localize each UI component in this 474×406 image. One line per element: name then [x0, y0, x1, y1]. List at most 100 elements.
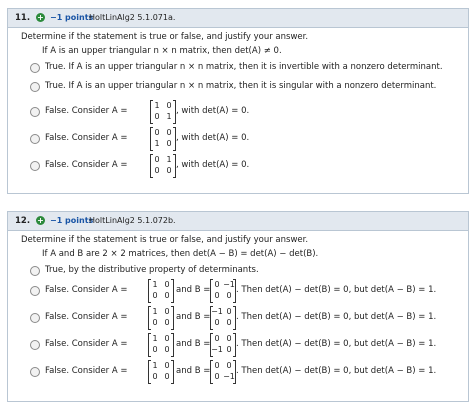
radio-button[interactable] [30, 161, 40, 171]
matrix-cell: 0 [214, 318, 220, 327]
matrix-cell: 0 [166, 166, 172, 175]
matrix-b: −1 0 0 0 [210, 306, 236, 330]
question-instruction: Determine if the statement is true or fa… [21, 32, 309, 42]
question-number: 12. [15, 216, 31, 226]
matrix-cell: 1 [166, 112, 172, 121]
radio-button[interactable] [30, 313, 40, 323]
and-b-label: and B = [176, 312, 211, 322]
matrix-cell: 0 [214, 372, 220, 381]
option-label: False. Consider A = [45, 285, 128, 295]
matrix-cell: 0 [164, 307, 170, 316]
question-12-panel: 12. + −1 points HoltLinAlg2 5.1.072b. De… [7, 211, 469, 402]
matrix-b: 0 0 0 −1 [210, 360, 236, 384]
matrix-cell: 0 [226, 345, 232, 354]
and-b-label: and B = [176, 339, 211, 349]
radio-button[interactable] [30, 107, 40, 117]
matrix-cell: 0 [226, 307, 232, 316]
matrix-cell: 0 [214, 280, 220, 289]
matrix-cell: 0 [152, 372, 158, 381]
matrix-cell: 0 [166, 101, 172, 110]
option-tail: , with det(A) = 0. [176, 106, 250, 116]
radio-button[interactable] [30, 266, 40, 276]
matrix-a: 1 0 0 0 [148, 333, 174, 357]
radio-button[interactable] [30, 286, 40, 296]
question-source: HoltLinAlg2 5.1.072b. [89, 216, 176, 225]
matrix-a: 1 0 0 1 [150, 100, 176, 124]
option-label: False. Consider A = [45, 312, 128, 322]
option-tail: , with det(A) = 0. [176, 160, 250, 170]
matrix-cell: 0 [214, 291, 220, 300]
matrix-a: 1 0 0 0 [148, 306, 174, 330]
matrix-cell: 0 [166, 139, 172, 148]
matrix-cell: 0 [164, 345, 170, 354]
matrix-cell: 0 [164, 280, 170, 289]
matrix-cell: 0 [214, 334, 220, 343]
question-statement: If A is an upper triangular n × n matrix… [42, 46, 282, 56]
option-label: False. Consider A = [45, 106, 128, 116]
matrix-cell: −1 [211, 345, 223, 354]
radio-button[interactable] [30, 63, 40, 73]
matrix-cell: 0 [152, 318, 158, 327]
matrix-cell: 0 [226, 334, 232, 343]
matrix-cell: 1 [152, 307, 158, 316]
matrix-cell: −1 [211, 307, 223, 316]
matrix-a: 0 0 1 0 [150, 127, 176, 151]
matrix-cell: 0 [164, 372, 170, 381]
option-tail: . Then det(A) − det(B) = 0, but det(A − … [236, 366, 437, 376]
matrix-cell: 0 [166, 128, 172, 137]
radio-button[interactable] [30, 367, 40, 377]
option-tail: , with det(A) = 0. [176, 133, 250, 143]
matrix-cell: 1 [152, 334, 158, 343]
option-tail: . Then det(A) − det(B) = 0, but det(A − … [236, 339, 437, 349]
matrix-cell: 0 [154, 166, 160, 175]
matrix-cell: 1 [152, 280, 158, 289]
matrix-cell: 1 [152, 361, 158, 370]
question-header: 11. + −1 points HoltLinAlg2 5.1.071a. [8, 9, 468, 28]
question-header: 12. + −1 points HoltLinAlg2 5.1.072b. [8, 212, 468, 231]
question-statement: If A and B are 2 × 2 matrices, then det(… [42, 249, 319, 259]
matrix-cell: 0 [226, 291, 232, 300]
matrix-cell: 0 [152, 291, 158, 300]
option-label: False. Consider A = [45, 133, 128, 143]
question-number: 11. [15, 13, 31, 23]
and-b-label: and B = [176, 285, 211, 295]
matrix-cell: 0 [152, 345, 158, 354]
option-label: True, by the distributive property of de… [45, 265, 259, 275]
question-instruction: Determine if the statement is true or fa… [21, 235, 309, 245]
matrix-cell: 0 [164, 291, 170, 300]
matrix-cell: 0 [164, 334, 170, 343]
expand-plus-icon[interactable]: + [36, 13, 45, 22]
question-source: HoltLinAlg2 5.1.071a. [89, 13, 176, 22]
matrix-a: 0 1 0 0 [150, 154, 176, 178]
matrix-a: 1 0 0 0 [148, 279, 174, 303]
matrix-cell: −1 [223, 280, 235, 289]
option-label: True. If A is an upper triangular n × n … [45, 81, 437, 91]
expand-plus-icon[interactable]: + [36, 216, 45, 225]
option-label: False. Consider A = [45, 366, 128, 376]
matrix-cell: 0 [164, 318, 170, 327]
matrix-cell: 1 [154, 139, 160, 148]
matrix-cell: 0 [214, 361, 220, 370]
matrix-a: 1 0 0 0 [148, 360, 174, 384]
matrix-cell: 0 [154, 155, 160, 164]
matrix-b: 0 −1 0 0 [210, 279, 236, 303]
option-label: False. Consider A = [45, 160, 128, 170]
points-link[interactable]: −1 points [50, 216, 93, 225]
option-label: True. If A is an upper triangular n × n … [45, 62, 443, 72]
matrix-b: 0 0 −1 0 [210, 333, 236, 357]
matrix-cell: 0 [226, 361, 232, 370]
radio-button[interactable] [30, 134, 40, 144]
and-b-label: and B = [176, 366, 211, 376]
matrix-cell: 0 [154, 128, 160, 137]
option-tail: . Then det(A) − det(B) = 0, but det(A − … [236, 312, 437, 322]
radio-button[interactable] [30, 340, 40, 350]
question-11-panel: 11. + −1 points HoltLinAlg2 5.1.071a. De… [7, 8, 469, 194]
matrix-cell: 0 [226, 318, 232, 327]
option-label: False. Consider A = [45, 339, 128, 349]
radio-button[interactable] [30, 82, 40, 92]
matrix-cell: 1 [166, 155, 172, 164]
matrix-cell: 0 [154, 112, 160, 121]
points-link[interactable]: −1 points [50, 13, 93, 22]
matrix-cell: 1 [154, 101, 160, 110]
matrix-cell: 0 [164, 361, 170, 370]
